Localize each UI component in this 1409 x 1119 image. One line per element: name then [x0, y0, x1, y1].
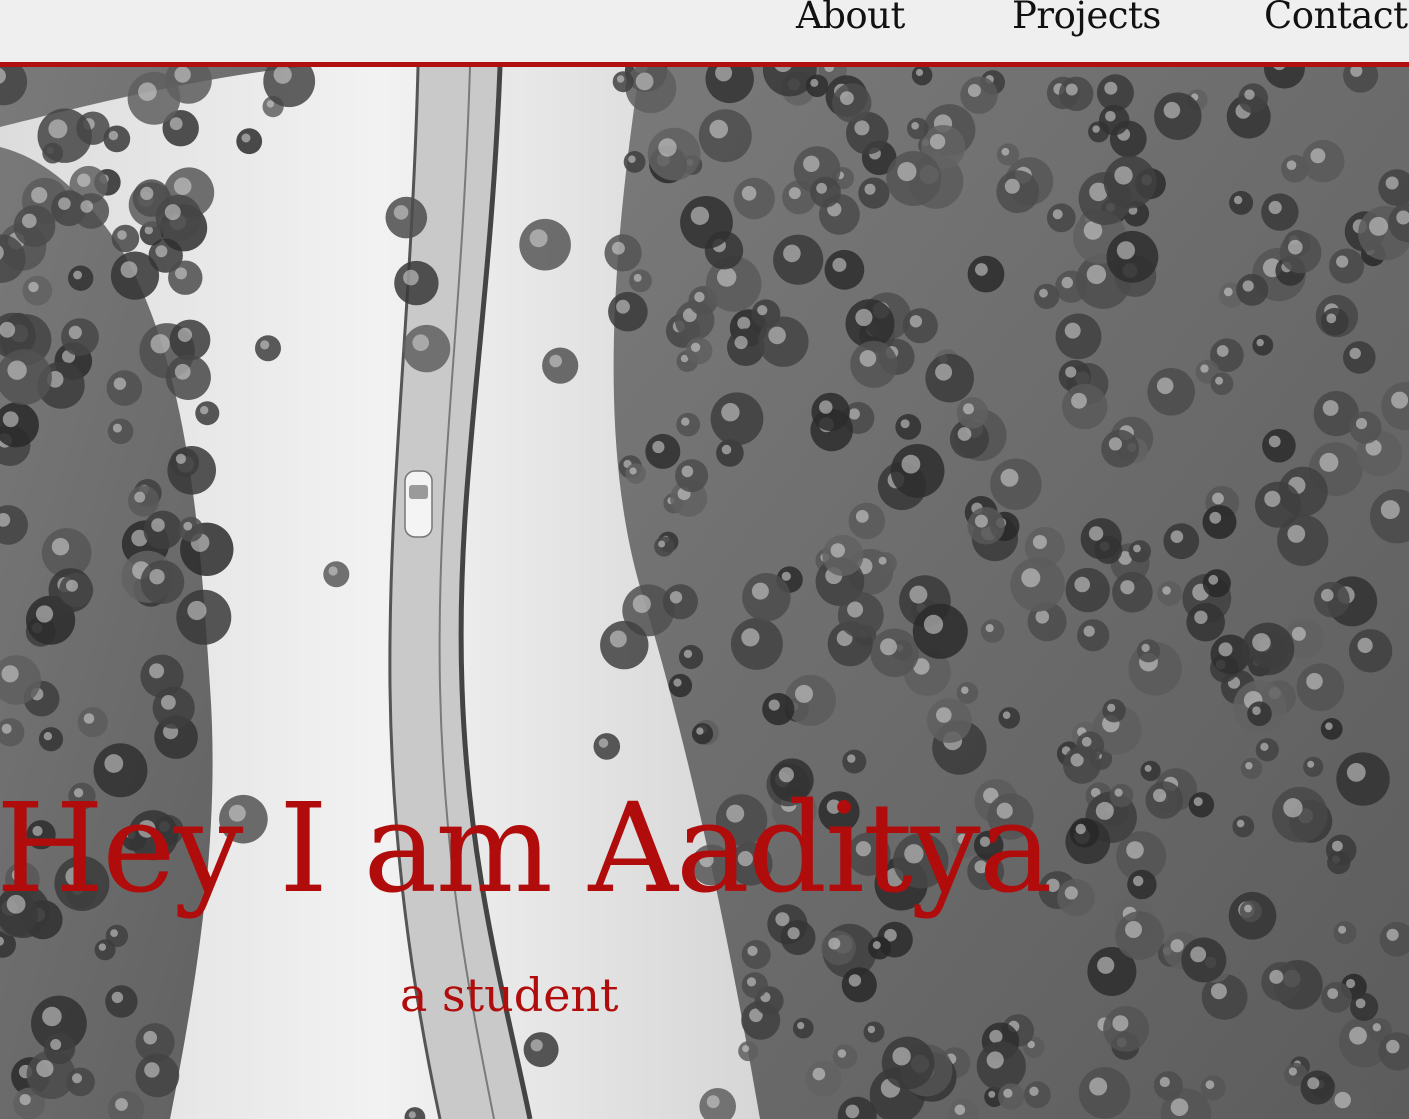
top-navbar: About Projects Contact [0, 0, 1409, 62]
car [404, 470, 433, 538]
hero-subtitle: a student [400, 968, 619, 1022]
hero-section: Hey I am Aaditya a student [0, 67, 1409, 1119]
nav-link-projects[interactable]: Projects [1012, 0, 1161, 37]
hero-background-image [0, 67, 1409, 1119]
nav-link-contact[interactable]: Contact [1264, 0, 1408, 37]
hero-title: Hey I am Aaditya [0, 777, 1053, 921]
nav-link-about[interactable]: About [796, 0, 905, 37]
